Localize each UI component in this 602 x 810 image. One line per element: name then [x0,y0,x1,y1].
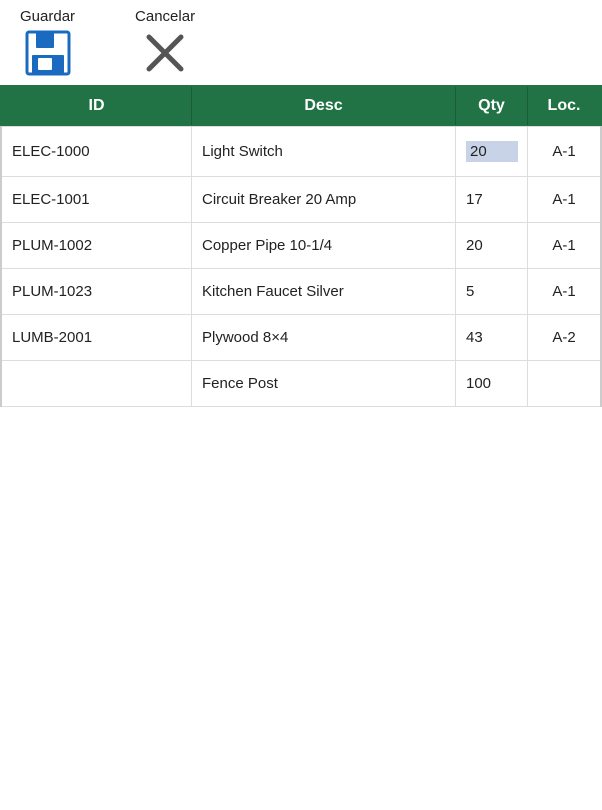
cell-loc-3: A-1 [528,269,600,314]
toolbar: Guardar Cancelar [0,0,602,85]
cell-qty-5[interactable]: 100 [456,361,528,406]
table-body: ELEC-1000 Light Switch A-1 ELEC-1001 Cir… [0,126,602,407]
save-label: Guardar [20,8,75,25]
cell-loc-2: A-1 [528,223,600,268]
table-row: ELEC-1000 Light Switch A-1 [2,126,600,177]
col-header-id: ID [2,87,192,125]
table-row: LUMB-2001 Plywood 8×4 43 A-2 [2,314,600,361]
cancel-icon [141,29,189,77]
cell-qty-4[interactable]: 43 [456,315,528,360]
table-row: ELEC-1001 Circuit Breaker 20 Amp 17 A-1 [2,176,600,223]
cell-desc-3: Kitchen Faucet Silver [192,269,456,314]
cell-desc-4: Plywood 8×4 [192,315,456,360]
table-row: PLUM-1002 Copper Pipe 10-1/4 20 A-1 [2,222,600,269]
cell-id-5 [2,361,192,406]
save-button[interactable]: Guardar [20,8,75,77]
cell-loc-0: A-1 [528,127,600,176]
cancel-button[interactable]: Cancelar [135,8,195,77]
cell-desc-0: Light Switch [192,127,456,176]
cancel-label: Cancelar [135,8,195,25]
col-header-qty: Qty [456,87,528,125]
cell-qty-0[interactable] [456,127,528,176]
qty-input-0[interactable] [466,141,518,162]
cell-loc-1: A-1 [528,177,600,222]
table-row: PLUM-1023 Kitchen Faucet Silver 5 A-1 [2,268,600,315]
cell-desc-5: Fence Post [192,361,456,406]
cell-qty-1[interactable]: 17 [456,177,528,222]
cell-id-4: LUMB-2001 [2,315,192,360]
cell-qty-2[interactable]: 20 [456,223,528,268]
cell-loc-4: A-2 [528,315,600,360]
cell-qty-3[interactable]: 5 [456,269,528,314]
cell-id-0: ELEC-1000 [2,127,192,176]
cell-loc-5 [528,361,600,406]
col-header-loc: Loc. [528,87,600,125]
table-header: ID Desc Qty Loc. [0,85,602,127]
cell-desc-2: Copper Pipe 10-1/4 [192,223,456,268]
table-row: Fence Post 100 [2,360,600,407]
col-header-desc: Desc [192,87,456,125]
save-icon [24,29,72,77]
cell-id-1: ELEC-1001 [2,177,192,222]
cell-desc-1: Circuit Breaker 20 Amp [192,177,456,222]
cell-id-3: PLUM-1023 [2,269,192,314]
cell-id-2: PLUM-1002 [2,223,192,268]
